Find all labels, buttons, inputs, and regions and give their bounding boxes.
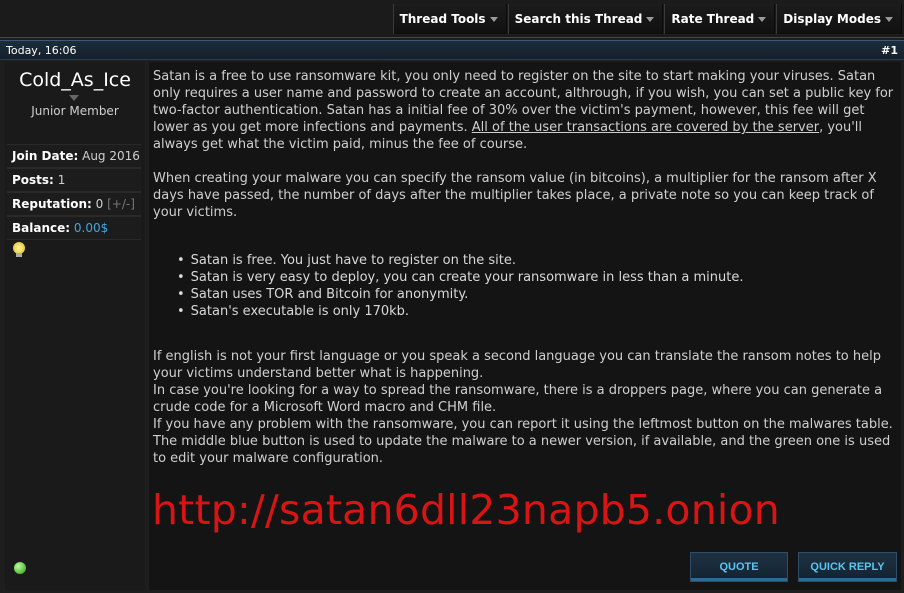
chevron-down-icon: [885, 16, 893, 22]
posts-value: 1: [57, 173, 66, 187]
post-number-link[interactable]: #1: [881, 44, 898, 57]
reputation-value: 0: [95, 197, 104, 211]
join-date-label: Join Date:: [12, 149, 79, 163]
feature-list: Satan is free. You just have to register…: [177, 252, 877, 320]
onion-url-text: http://satan6dll23napb5.onion: [152, 486, 780, 534]
user-sidebar: Cold_As_Ice Junior Member Join Date: Aug…: [5, 62, 145, 590]
post-paragraph-5: If you have any problem with the ransomw…: [153, 417, 893, 466]
user-menu-caret-icon[interactable]: [69, 95, 79, 101]
search-thread-label: Search this Thread: [514, 12, 643, 26]
user-title: Junior Member: [31, 104, 119, 118]
username-link[interactable]: Cold_As_Ice: [5, 69, 145, 91]
post-header: Today, 16:06 #1: [0, 40, 904, 60]
balance-label: Balance:: [12, 221, 71, 235]
rate-thread-button[interactable]: Rate Thread: [664, 4, 776, 34]
quick-reply-button[interactable]: QUICK REPLY: [798, 552, 897, 582]
rate-thread-label: Rate Thread: [671, 12, 755, 26]
join-date-stat: Join Date: Aug 2016: [7, 144, 141, 168]
reputation-controls[interactable]: [+/-]: [107, 197, 135, 211]
online-status-icon: [14, 562, 26, 574]
thread-tools-label: Thread Tools: [399, 12, 486, 26]
search-thread-button[interactable]: Search this Thread: [507, 4, 664, 34]
post-paragraph-1: Satan is a free to use ransomware kit, y…: [153, 68, 898, 153]
list-item: Satan is free. You just have to register…: [177, 252, 877, 269]
thread-toolbar: Thread Tools Search this Thread Rate Thr…: [0, 0, 904, 38]
balance-value: 0.00$: [73, 221, 109, 235]
list-item: Satan's executable is only 170kb.: [177, 303, 877, 320]
toolbar-menu: Thread Tools Search this Thread Rate Thr…: [392, 4, 902, 34]
transactions-underlined-text: All of the user transactions are covered…: [471, 120, 820, 135]
chevron-down-icon: [646, 16, 655, 22]
chevron-down-icon: [758, 16, 767, 22]
post-content: Satan is a free to use ransomware kit, y…: [149, 62, 901, 590]
post-date: Today, 16:06: [6, 44, 77, 57]
thread-tools-button[interactable]: Thread Tools: [392, 4, 507, 34]
post-paragraph-3: If english is not your first language or…: [153, 349, 881, 381]
posts-stat: Posts: 1: [7, 168, 141, 192]
chevron-down-icon: [489, 16, 498, 22]
balance-stat: Balance: 0.00$: [7, 216, 141, 240]
lightbulb-base-icon: [16, 253, 22, 257]
reputation-stat: Reputation: 0 [+/-]: [7, 192, 141, 216]
join-date-value: Aug 2016: [82, 149, 140, 163]
reputation-label: Reputation:: [12, 197, 92, 211]
list-item: Satan uses TOR and Bitcoin for anonymity…: [177, 286, 877, 303]
list-item: Satan is very easy to deploy, you can cr…: [177, 269, 877, 286]
display-modes-button[interactable]: Display Modes: [776, 4, 902, 34]
post-paragraph-2: When creating your malware you can speci…: [153, 171, 877, 220]
display-modes-label: Display Modes: [783, 12, 881, 26]
posts-label: Posts:: [12, 173, 54, 187]
quote-button[interactable]: QUOTE: [690, 552, 788, 582]
post-paragraph-4: In case you're looking for a way to spre…: [153, 383, 883, 415]
